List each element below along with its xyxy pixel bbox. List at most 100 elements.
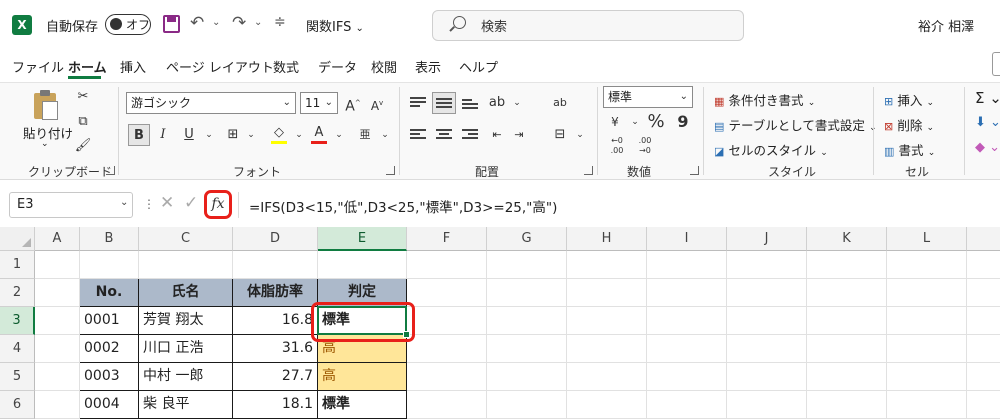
table-cell[interactable]: 川口 正浩: [139, 335, 233, 363]
cell[interactable]: [487, 307, 567, 335]
column-header-f[interactable]: F: [407, 227, 487, 251]
cell-styles-button[interactable]: ◪ セルのスタイル ⌄: [714, 140, 828, 159]
table-cell[interactable]: 標準: [318, 391, 407, 419]
align-top-icon[interactable]: [410, 97, 426, 109]
cell[interactable]: [35, 279, 80, 307]
cell[interactable]: [567, 279, 647, 307]
phonetic-dropdown-icon[interactable]: ⌄: [374, 124, 396, 146]
cell[interactable]: [407, 307, 487, 335]
cell[interactable]: [887, 391, 967, 419]
cell[interactable]: [567, 335, 647, 363]
cell[interactable]: [967, 335, 1000, 363]
formula-input[interactable]: =IFS(D3<15,"低",D3<25,"標準",D3>=25,"高"): [238, 192, 1000, 218]
align-bottom-icon[interactable]: [462, 99, 478, 111]
undo-icon[interactable]: ↶: [190, 13, 204, 33]
cell[interactable]: [567, 391, 647, 419]
autosave-toggle[interactable]: オフ: [105, 14, 151, 35]
undo-dropdown-icon[interactable]: ⌄: [212, 17, 220, 28]
cell[interactable]: [35, 335, 80, 363]
column-header-k[interactable]: K: [807, 227, 887, 251]
table-cell[interactable]: 0001: [80, 307, 139, 335]
cell[interactable]: [567, 307, 647, 335]
name-box[interactable]: E3 ⌄: [9, 192, 133, 218]
increase-indent-icon[interactable]: ⇥: [508, 124, 530, 146]
paste-dropdown-icon[interactable]: ⌄: [41, 139, 49, 149]
tab-home[interactable]: ホーム: [68, 57, 107, 76]
cell[interactable]: [727, 251, 807, 279]
column-header-l[interactable]: L: [887, 227, 967, 251]
cell[interactable]: [233, 251, 318, 279]
cell[interactable]: [887, 251, 967, 279]
table-cell[interactable]: 27.7: [233, 363, 318, 391]
row-header-4[interactable]: 4: [0, 335, 35, 363]
orientation-icon[interactable]: ab: [486, 92, 508, 114]
cell[interactable]: [727, 307, 807, 335]
cell[interactable]: [567, 363, 647, 391]
fill-color-icon[interactable]: ◇: [268, 122, 290, 144]
cell[interactable]: [80, 251, 139, 279]
row-header-2[interactable]: 2: [0, 279, 35, 307]
format-painter-icon[interactable]: 🖌: [72, 135, 94, 157]
cell[interactable]: [887, 363, 967, 391]
column-header-j[interactable]: J: [727, 227, 807, 251]
cell[interactable]: [887, 279, 967, 307]
table-cell[interactable]: 0004: [80, 391, 139, 419]
borders-dropdown-icon[interactable]: ⌄: [240, 124, 262, 146]
file-name[interactable]: 関数IFS ⌄: [306, 16, 364, 35]
search-box[interactable]: 検索: [432, 10, 744, 41]
tab-page-layout[interactable]: ページ レイアウト: [166, 57, 274, 76]
cut-icon[interactable]: ✂: [72, 86, 94, 108]
cell[interactable]: [727, 335, 807, 363]
insert-cells-button[interactable]: ⊞ 挿入 ⌄: [884, 90, 934, 109]
align-center-icon[interactable]: [436, 129, 452, 141]
bold-button[interactable]: B: [128, 124, 150, 146]
enter-icon[interactable]: ✓: [184, 193, 198, 213]
table-header-cell[interactable]: No.: [80, 279, 139, 307]
cell[interactable]: [727, 279, 807, 307]
cell[interactable]: [35, 363, 80, 391]
row-header-3[interactable]: 3: [0, 307, 35, 335]
cell[interactable]: [487, 251, 567, 279]
table-cell[interactable]: 中村 一郎: [139, 363, 233, 391]
cell[interactable]: [967, 391, 1000, 419]
align-right-icon[interactable]: [462, 129, 478, 141]
cell[interactable]: [407, 391, 487, 419]
table-cell[interactable]: 0003: [80, 363, 139, 391]
table-cell[interactable]: 31.6: [233, 335, 318, 363]
cell[interactable]: [407, 279, 487, 307]
alignment-launcher-icon[interactable]: [584, 166, 593, 175]
underline-dropdown-icon[interactable]: ⌄: [198, 124, 220, 146]
cell[interactable]: [647, 335, 727, 363]
comma-style-button[interactable]: 9: [672, 111, 694, 133]
row-header-5[interactable]: 5: [0, 363, 35, 391]
cell[interactable]: [487, 335, 567, 363]
font-color-dropdown-icon[interactable]: ⌄: [328, 124, 350, 146]
decrease-decimal-icon[interactable]: .00 →0: [634, 136, 656, 158]
row-header-6[interactable]: 6: [0, 391, 35, 419]
cell[interactable]: [807, 251, 887, 279]
decrease-font-size-icon[interactable]: Av: [366, 92, 388, 114]
cell[interactable]: [487, 363, 567, 391]
clipboard-launcher-icon[interactable]: [106, 166, 115, 175]
cell[interactable]: [139, 251, 233, 279]
fill-icon[interactable]: ⬇ ⌄: [975, 115, 1000, 130]
increase-font-size-icon[interactable]: A^: [342, 92, 364, 115]
cell[interactable]: [727, 391, 807, 419]
table-header-cell[interactable]: 氏名: [139, 279, 233, 307]
tab-view[interactable]: 表示: [415, 57, 441, 76]
customize-toolbar-icon[interactable]: ≑: [274, 14, 286, 30]
autosum-icon[interactable]: Σ ⌄: [975, 89, 1000, 107]
italic-button[interactable]: I: [152, 124, 174, 146]
cell[interactable]: [807, 279, 887, 307]
table-header-cell[interactable]: 体脂肪率: [233, 279, 318, 307]
tab-formulas[interactable]: 数式: [273, 57, 299, 76]
cell[interactable]: [647, 363, 727, 391]
column-header-b[interactable]: B: [80, 227, 139, 251]
increase-decimal-icon[interactable]: ←0.00: [606, 136, 628, 158]
cell[interactable]: [647, 391, 727, 419]
table-cell[interactable]: 16.8: [233, 307, 318, 335]
redo-icon[interactable]: ↷: [232, 13, 246, 33]
table-cell[interactable]: 芳賀 翔太: [139, 307, 233, 335]
percent-style-button[interactable]: %: [645, 111, 667, 133]
cell[interactable]: [967, 307, 1000, 335]
